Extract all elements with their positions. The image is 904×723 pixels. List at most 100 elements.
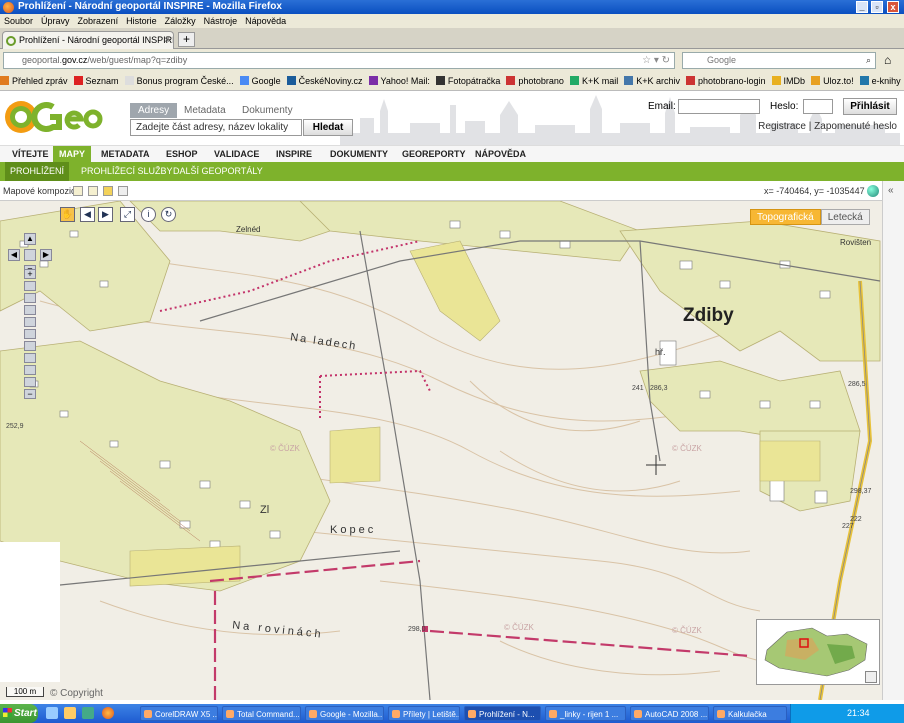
forgot-password-link[interactable]: Zapomenuté heslo xyxy=(814,121,897,132)
bookmark-item[interactable]: Google xyxy=(239,71,281,90)
search-bar[interactable]: Google ⌕ xyxy=(682,52,876,69)
menu-item[interactable]: Zobrazení xyxy=(74,14,123,28)
bookmark-item[interactable]: Přehled zpráv xyxy=(0,71,68,90)
bookmark-item[interactable]: Seznam xyxy=(73,71,119,90)
zoom-level[interactable] xyxy=(24,365,36,375)
bookmark-item[interactable]: ČeskéNoviny.cz xyxy=(286,71,363,90)
save-composition-icon[interactable] xyxy=(88,186,98,196)
zoom-level[interactable] xyxy=(24,281,36,291)
taskbar-item[interactable]: _linky - rijen 1 ... xyxy=(545,706,626,721)
menu-item[interactable]: Záložky xyxy=(161,14,200,28)
nav-item[interactable]: DOKUMENTY xyxy=(324,146,394,163)
taskbar-item[interactable]: Kalkulačka xyxy=(713,706,787,721)
zoom-level[interactable] xyxy=(24,377,36,387)
zoom-in-icon[interactable]: + xyxy=(24,269,36,279)
password-field[interactable] xyxy=(803,99,833,114)
pan-right-icon[interactable]: ▶ xyxy=(40,249,52,261)
bookmark-item[interactable]: IMDb xyxy=(771,71,805,90)
taskbar-item[interactable]: Google - Mozilla... xyxy=(305,706,384,721)
nav-item[interactable]: VALIDACE xyxy=(208,146,265,163)
map-canvas[interactable]: Zdiby Na ladech Na rovinách Kopec hř. Ze… xyxy=(0,201,882,700)
taskbar-item[interactable]: AutoCAD 2008 ... xyxy=(630,706,709,721)
bookmark-item[interactable]: Bonus program České... xyxy=(124,71,234,90)
close-button[interactable]: x xyxy=(887,1,899,13)
zoom-level[interactable] xyxy=(24,305,36,315)
pan-hand-icon[interactable]: ✋ xyxy=(60,207,75,222)
menu-item[interactable]: Nápověda xyxy=(241,14,290,28)
search-tab-metadata[interactable]: Metadata xyxy=(176,103,234,118)
refresh-icon[interactable]: ↻ xyxy=(161,207,176,222)
layer-topografica-tab[interactable]: Topografická xyxy=(750,209,821,225)
nav-item[interactable]: MAPY xyxy=(53,146,92,163)
url-bar[interactable]: geoportal.gov.cz/web/guest/map?q=zdiby ☆… xyxy=(3,52,675,69)
start-button[interactable]: Start xyxy=(0,704,38,723)
overview-toggle-icon[interactable] xyxy=(865,671,877,683)
new-composition-icon[interactable] xyxy=(73,186,83,196)
subnav-item[interactable]: DALŠÍ GEOPORTÁLY xyxy=(168,162,268,181)
taskbar-item[interactable]: CorelDRAW X5 ... xyxy=(140,706,218,721)
back-arrow-icon[interactable]: ◀ xyxy=(80,207,95,222)
taskbar-item[interactable]: Prohlížení - N... xyxy=(464,706,541,721)
layer-letecka-tab[interactable]: Letecká xyxy=(820,209,870,225)
bookmark-item[interactable]: Yahoo! Mail: xyxy=(368,71,430,90)
bookmark-item[interactable]: K+K archiv xyxy=(624,71,680,90)
menu-item[interactable]: Úpravy xyxy=(37,14,74,28)
bookmark-item[interactable]: Fotopátračka xyxy=(435,71,500,90)
geoportal-logo[interactable] xyxy=(3,95,103,139)
bookmark-item[interactable]: e-knihy xyxy=(859,71,901,90)
search-icon[interactable]: ⌕ xyxy=(866,53,871,68)
side-panel-toggle[interactable]: « xyxy=(882,181,904,700)
bookmark-item[interactable]: Uloz.to! xyxy=(811,71,854,90)
email-field[interactable] xyxy=(678,99,760,114)
print-icon[interactable] xyxy=(118,186,128,196)
zoom-slider[interactable]: + − xyxy=(0,267,60,407)
pan-up-icon[interactable]: ▲ xyxy=(24,233,36,245)
new-tab-button[interactable]: + xyxy=(178,32,195,47)
zoom-level[interactable] xyxy=(24,353,36,363)
login-button[interactable]: Přihlásit xyxy=(843,98,897,115)
search-tab-dokumenty[interactable]: Dokumenty xyxy=(234,103,301,118)
quicklaunch-desktop-icon[interactable] xyxy=(46,707,58,719)
zoom-level[interactable] xyxy=(24,341,36,351)
zoom-level[interactable] xyxy=(24,293,36,303)
taskbar-item[interactable]: Total Command... xyxy=(222,706,301,721)
menu-item[interactable]: Soubor xyxy=(0,14,37,28)
bookmark-item[interactable]: photobrano-login xyxy=(685,71,766,90)
nav-item[interactable]: INSPIRE xyxy=(270,146,318,163)
quicklaunch-firefox-icon[interactable] xyxy=(102,707,114,719)
open-composition-icon[interactable] xyxy=(103,186,113,196)
zoom-level[interactable] xyxy=(24,317,36,327)
zoom-out-icon[interactable]: − xyxy=(24,389,36,399)
tab-close-icon[interactable]: × xyxy=(164,32,170,49)
register-link[interactable]: Registrace xyxy=(758,121,806,132)
address-search-input[interactable]: Zadejte část adresy, název lokality xyxy=(130,119,302,136)
nav-item[interactable]: ESHOP xyxy=(160,146,204,163)
taskbar-item[interactable]: Přílety | Letiště... xyxy=(388,706,460,721)
home-icon[interactable]: ⌂ xyxy=(884,53,891,67)
zoom-extent-icon[interactable]: ⤢ xyxy=(120,207,135,222)
quicklaunch-app-icon[interactable] xyxy=(82,707,94,719)
globe-icon[interactable] xyxy=(867,185,879,197)
nav-item[interactable]: NÁPOVĚDA xyxy=(469,146,532,163)
subnav-item[interactable]: PROHLÍŽENÍ xyxy=(5,162,70,181)
menu-item[interactable]: Nástroje xyxy=(200,14,242,28)
browser-tab[interactable]: Prohlížení - Národní geoportál INSPIRE × xyxy=(2,31,174,49)
search-tab-adresy[interactable]: Adresy xyxy=(130,103,178,118)
bookmark-item[interactable]: K+K mail xyxy=(569,71,618,90)
minimize-button[interactable]: _ xyxy=(856,1,868,13)
collapse-arrow-icon[interactable]: « xyxy=(888,185,894,196)
forward-arrow-icon[interactable]: ▶ xyxy=(98,207,113,222)
info-icon[interactable]: i xyxy=(141,207,156,222)
zoom-level[interactable] xyxy=(24,329,36,339)
search-button[interactable]: Hledat xyxy=(303,119,353,136)
subnav-item[interactable]: PROHLÍŽECÍ SLUŽBY xyxy=(76,162,178,181)
quicklaunch-explorer-icon[interactable] xyxy=(64,707,76,719)
bookmark-item[interactable]: photobrano xyxy=(506,71,564,90)
pan-center-icon[interactable] xyxy=(24,249,36,261)
menu-item[interactable]: Historie xyxy=(122,14,161,28)
nav-item[interactable]: METADATA xyxy=(95,146,156,163)
nav-item[interactable]: VÍTEJTE xyxy=(6,146,55,163)
overview-map[interactable] xyxy=(756,619,880,685)
nav-item[interactable]: GEOREPORTY xyxy=(396,146,472,163)
pan-left-icon[interactable]: ◀ xyxy=(8,249,20,261)
